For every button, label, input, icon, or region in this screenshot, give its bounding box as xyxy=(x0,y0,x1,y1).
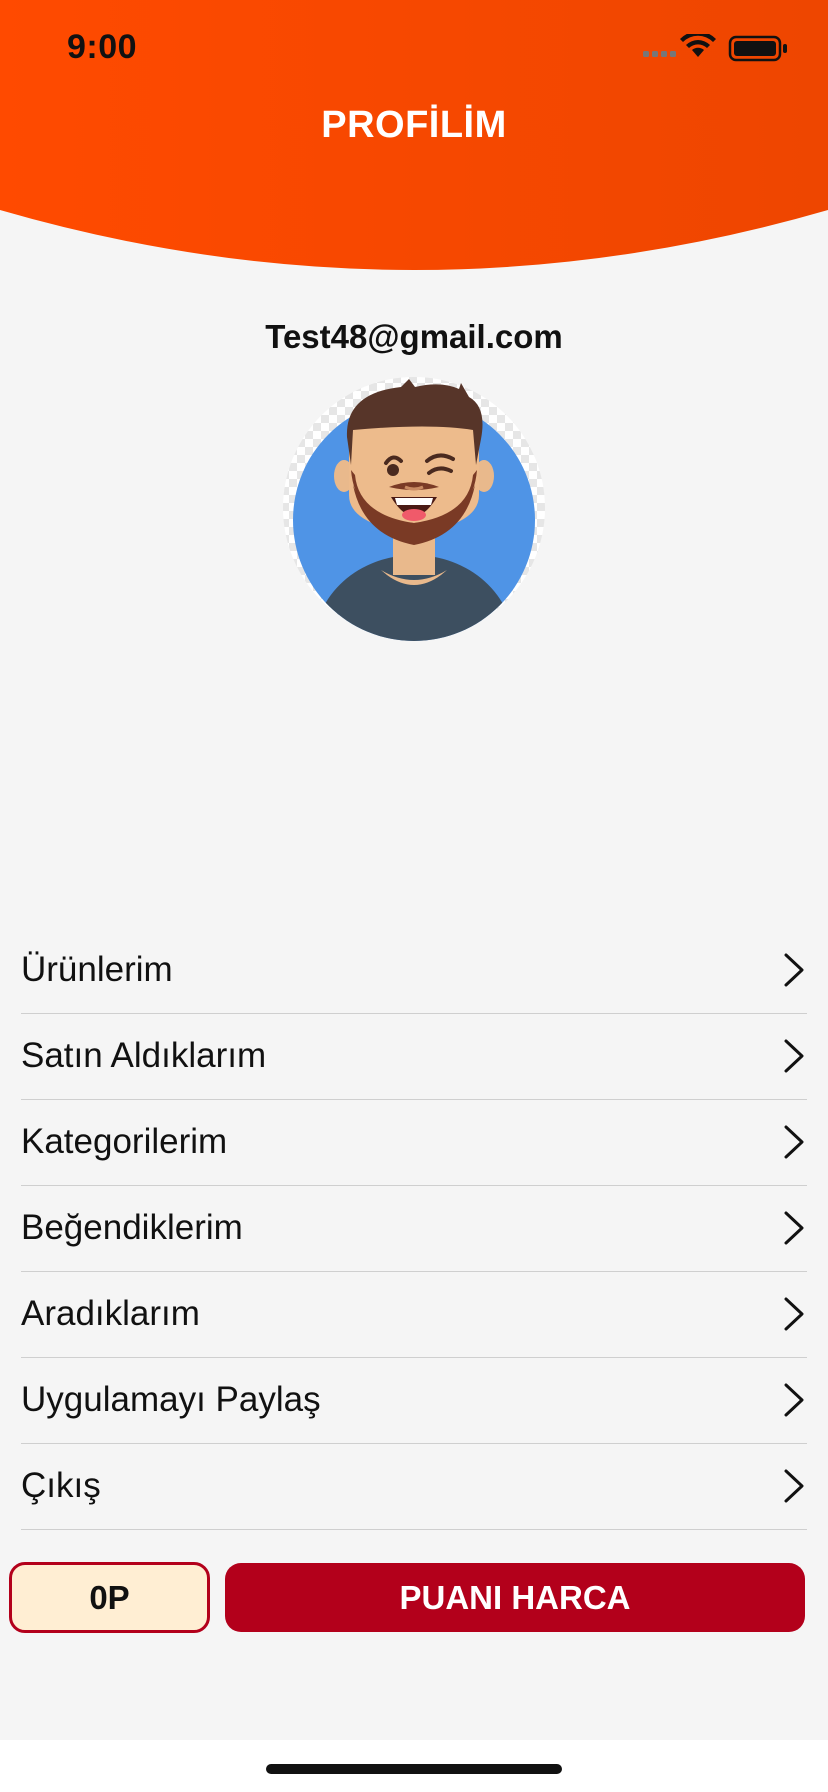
menu-item-label: Uygulamayı Paylaş xyxy=(21,1380,321,1419)
status-time: 9:00 xyxy=(67,28,138,66)
profile-screen: 9:00 PROFİLİM Test48@gmail.com Ürünlerim… xyxy=(0,0,828,1792)
menu-item-aradiklarim[interactable]: Aradıklarım xyxy=(21,1272,807,1358)
chevron-right-icon xyxy=(784,1383,804,1417)
chevron-right-icon xyxy=(784,1125,804,1159)
profile-menu: Ürünlerim Satın Aldıklarım Kategorilerim… xyxy=(0,928,828,1530)
battery-icon xyxy=(728,35,787,62)
chevron-right-icon xyxy=(784,1297,804,1331)
spend-points-button[interactable]: PUANI HARCA xyxy=(225,1563,805,1632)
menu-item-urunlerim[interactable]: Ürünlerim xyxy=(21,928,807,1014)
chevron-right-icon xyxy=(784,1211,804,1245)
points-badge: 0P xyxy=(9,1562,210,1633)
menu-item-label: Satın Aldıklarım xyxy=(21,1036,267,1075)
page-title: PROFİLİM xyxy=(321,104,507,146)
menu-item-begendiklerim[interactable]: Beğendiklerim xyxy=(21,1186,807,1272)
menu-item-label: Aradıklarım xyxy=(21,1294,200,1333)
menu-item-label: Kategorilerim xyxy=(21,1122,228,1161)
user-email: Test48@gmail.com xyxy=(265,318,563,355)
chevron-right-icon xyxy=(784,1469,804,1503)
avatar[interactable] xyxy=(281,375,547,641)
menu-item-cikis[interactable]: Çıkış xyxy=(21,1444,807,1530)
chevron-right-icon xyxy=(784,1039,804,1073)
wifi-icon xyxy=(680,34,716,57)
menu-item-label: Çıkış xyxy=(21,1466,101,1505)
chevron-right-icon xyxy=(784,953,804,987)
status-icons xyxy=(643,34,787,62)
menu-item-kategorilerim[interactable]: Kategorilerim xyxy=(21,1100,807,1186)
home-indicator[interactable] xyxy=(266,1764,562,1774)
menu-item-uygulamayi-paylas[interactable]: Uygulamayı Paylaş xyxy=(21,1358,807,1444)
menu-item-label: Beğendiklerim xyxy=(21,1208,243,1247)
signal-icon xyxy=(643,51,676,57)
menu-item-satin-aldiklarim[interactable]: Satın Aldıklarım xyxy=(21,1014,807,1100)
menu-item-label: Ürünlerim xyxy=(21,950,173,989)
